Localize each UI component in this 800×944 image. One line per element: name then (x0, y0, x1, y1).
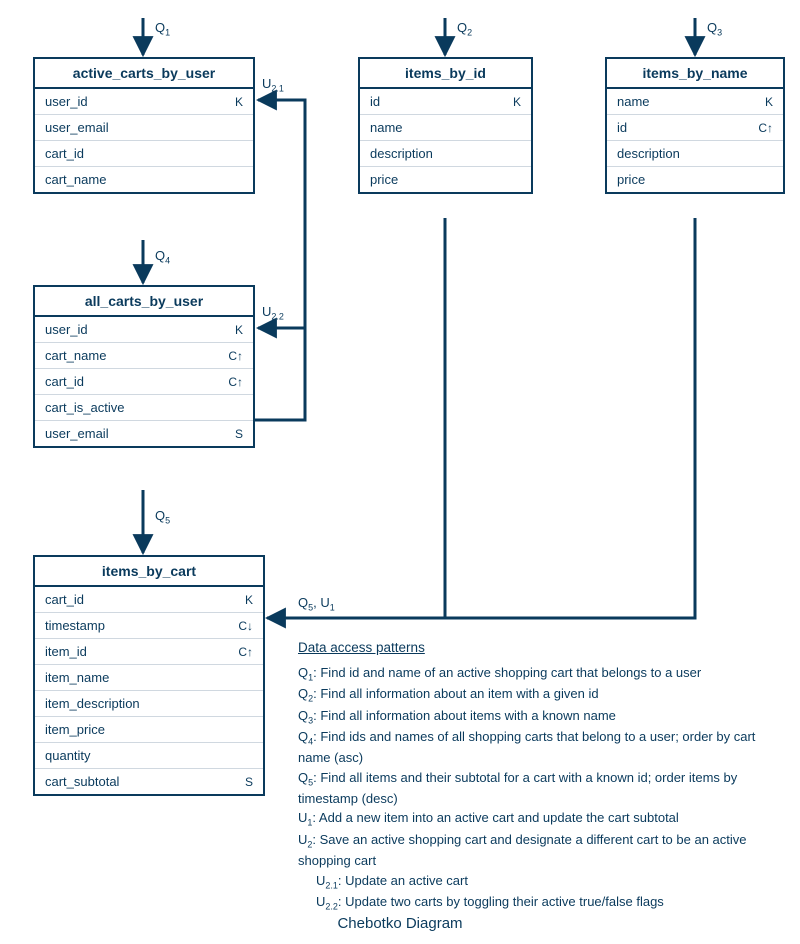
table-title: items_by_id (360, 59, 531, 89)
pattern-line: Q4: Find ids and names of all shopping c… (298, 728, 768, 767)
label-q5-u1: Q5, U1 (298, 595, 335, 613)
column-name: name (617, 94, 765, 109)
table-all-carts-by-user: all_carts_by_user user_idKcart_nameC↑car… (33, 285, 255, 448)
column-annotation: C↓ (238, 619, 253, 633)
data-access-patterns: Data access patterns Q1: Find id and nam… (298, 638, 768, 915)
table-row: user_idK (35, 89, 253, 115)
column-name: cart_name (45, 348, 228, 363)
column-name: item_name (45, 670, 253, 685)
column-annotation: C↑ (228, 375, 243, 389)
patterns-title: Data access patterns (298, 638, 768, 658)
column-annotation: K (235, 323, 243, 337)
diagram-canvas: Q1 Q2 Q3 Q4 Q5 U2.1 U2.2 Q5, U1 active_c… (0, 0, 800, 944)
label-u22: U2.2 (262, 304, 284, 322)
pattern-line: U2: Save an active shopping cart and des… (298, 831, 768, 870)
column-name: cart_id (45, 374, 228, 389)
table-row: description (360, 141, 531, 167)
table-row: user_idK (35, 317, 253, 343)
pattern-line: U2.1: Update an active cart (298, 872, 768, 893)
column-annotation: K (235, 95, 243, 109)
table-row: cart_idC↑ (35, 369, 253, 395)
column-name: price (370, 172, 521, 187)
table-row: idC↑ (607, 115, 783, 141)
label-u21: U2.1 (262, 76, 284, 94)
column-name: description (370, 146, 521, 161)
table-row: price (360, 167, 531, 192)
pattern-line: Q5: Find all items and their subtotal fo… (298, 769, 768, 808)
column-annotation: S (245, 775, 253, 789)
table-row: nameK (607, 89, 783, 115)
column-annotation: K (513, 95, 521, 109)
table-row: quantity (35, 743, 263, 769)
pattern-line: U2.2: Update two carts by toggling their… (298, 893, 768, 914)
column-name: item_id (45, 644, 238, 659)
column-annotation: C↑ (238, 645, 253, 659)
table-row: cart_is_active (35, 395, 253, 421)
table-row: price (607, 167, 783, 192)
column-name: item_description (45, 696, 253, 711)
column-name: name (370, 120, 521, 135)
table-items-by-name: items_by_name nameKidC↑descriptionprice (605, 57, 785, 194)
column-name: price (617, 172, 773, 187)
table-row: item_name (35, 665, 263, 691)
pattern-line: U1: Add a new item into an active cart a… (298, 809, 768, 830)
column-annotation: C↑ (758, 121, 773, 135)
label-q5: Q5 (155, 508, 170, 526)
table-row: user_emailS (35, 421, 253, 446)
column-annotation: K (765, 95, 773, 109)
table-title: all_carts_by_user (35, 287, 253, 317)
table-row: name (360, 115, 531, 141)
table-row: timestampC↓ (35, 613, 263, 639)
table-row: item_description (35, 691, 263, 717)
column-name: timestamp (45, 618, 238, 633)
table-row: item_price (35, 717, 263, 743)
column-name: user_id (45, 322, 235, 337)
column-name: item_price (45, 722, 253, 737)
column-name: cart_subtotal (45, 774, 245, 789)
table-row: cart_nameC↑ (35, 343, 253, 369)
label-q2: Q2 (457, 20, 472, 38)
table-items-by-cart: items_by_cart cart_idKtimestampC↓item_id… (33, 555, 265, 796)
column-name: cart_id (45, 146, 243, 161)
table-items-by-id: items_by_id idKnamedescriptionprice (358, 57, 533, 194)
column-name: id (617, 120, 758, 135)
column-name: cart_name (45, 172, 243, 187)
column-name: cart_id (45, 592, 245, 607)
column-annotation: K (245, 593, 253, 607)
column-name: quantity (45, 748, 253, 763)
pattern-line: Q1: Find id and name of an active shoppi… (298, 664, 768, 685)
label-q4: Q4 (155, 248, 170, 266)
label-q3: Q3 (707, 20, 722, 38)
table-row: cart_name (35, 167, 253, 192)
table-row: cart_subtotalS (35, 769, 263, 794)
column-name: description (617, 146, 773, 161)
pattern-line: Q2: Find all information about an item w… (298, 685, 768, 706)
table-row: description (607, 141, 783, 167)
table-title: items_by_name (607, 59, 783, 89)
column-annotation: S (235, 427, 243, 441)
table-row: user_email (35, 115, 253, 141)
table-row: item_idC↑ (35, 639, 263, 665)
column-name: user_id (45, 94, 235, 109)
column-name: user_email (45, 426, 235, 441)
table-row: idK (360, 89, 531, 115)
column-name: cart_is_active (45, 400, 243, 415)
column-name: user_email (45, 120, 243, 135)
column-annotation: C↑ (228, 349, 243, 363)
table-active-carts-by-user: active_carts_by_user user_idKuser_emailc… (33, 57, 255, 194)
label-q1: Q1 (155, 20, 170, 38)
table-title: active_carts_by_user (35, 59, 253, 89)
column-name: id (370, 94, 513, 109)
table-row: cart_id (35, 141, 253, 167)
table-row: cart_idK (35, 587, 263, 613)
diagram-caption: Chebotko Diagram (0, 915, 800, 932)
pattern-line: Q3: Find all information about items wit… (298, 707, 768, 728)
table-title: items_by_cart (35, 557, 263, 587)
